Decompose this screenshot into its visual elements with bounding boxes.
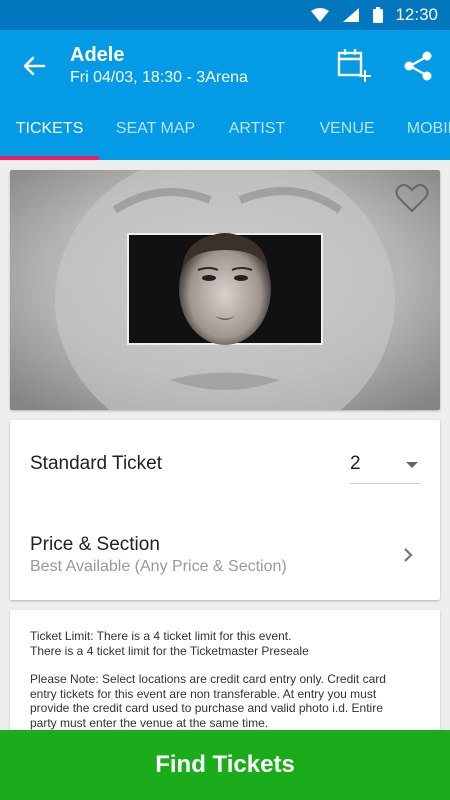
ticket-options-card: Standard Ticket 2 Price & Section Best A… [10, 420, 440, 600]
heart-icon [395, 184, 429, 213]
event-title: Adele [70, 44, 125, 66]
share-button[interactable] [400, 48, 436, 84]
note-text-line: entry tickets for this event are non tra… [30, 686, 377, 701]
tab-bar: TICKETS SEAT MAP ARTIST VENUE MOBILE [0, 100, 450, 160]
price-section-title: Price & Section [30, 534, 160, 555]
battery-icon [373, 7, 384, 23]
tab-mobile[interactable]: MOBILE [392, 100, 450, 160]
ticket-limit-text: Ticket Limit: There is a 4 ticket limit … [30, 629, 292, 643]
find-tickets-button[interactable]: Find Tickets [0, 730, 450, 800]
add-to-calendar-button[interactable] [334, 46, 374, 86]
event-header: Adele Fri 04/03, 18:30 - 3Arena [70, 43, 248, 89]
add-to-calendar-icon [337, 49, 371, 82]
price-section-value: Best Available (Any Price & Section) [30, 558, 287, 575]
tab-venue[interactable]: VENUE [302, 100, 392, 160]
note-text-line: party must enter the venue at the same t… [30, 715, 269, 730]
tab-seat-map[interactable]: SEAT MAP [99, 100, 212, 160]
artist-photo [10, 170, 440, 410]
note-text-line: Please Note: Select locations are credit… [30, 672, 386, 687]
dropdown-caret-icon [406, 462, 418, 468]
price-section-row[interactable]: Price & Section Best Available (Any Pric… [10, 520, 440, 590]
app-bar: Adele Fri 04/03, 18:30 - 3Arena [0, 30, 450, 100]
presale-limit-text: There is a 4 ticket limit for the Ticket… [30, 643, 309, 658]
event-image [10, 170, 440, 410]
wifi-icon [311, 8, 330, 22]
back-arrow-icon [23, 56, 46, 76]
ticket-type-label: Standard Ticket [30, 453, 163, 474]
quantity-value: 2 [350, 453, 361, 474]
tab-tickets[interactable]: TICKETS [0, 100, 99, 160]
event-subtitle: Fri 04/03, 18:30 - 3Arena [70, 69, 248, 86]
favorite-button[interactable] [394, 180, 430, 216]
share-icon [404, 51, 432, 81]
note-text-line: provide the credit card used to purchase… [30, 701, 383, 716]
status-time: 12:30 [395, 5, 438, 24]
back-button[interactable] [18, 50, 50, 82]
tab-artist[interactable]: ARTIST [212, 100, 302, 160]
chevron-right-icon [404, 548, 413, 562]
quantity-select[interactable]: 2 [350, 450, 420, 484]
status-bar: 12:30 [0, 0, 450, 30]
signal-icon [343, 8, 360, 22]
